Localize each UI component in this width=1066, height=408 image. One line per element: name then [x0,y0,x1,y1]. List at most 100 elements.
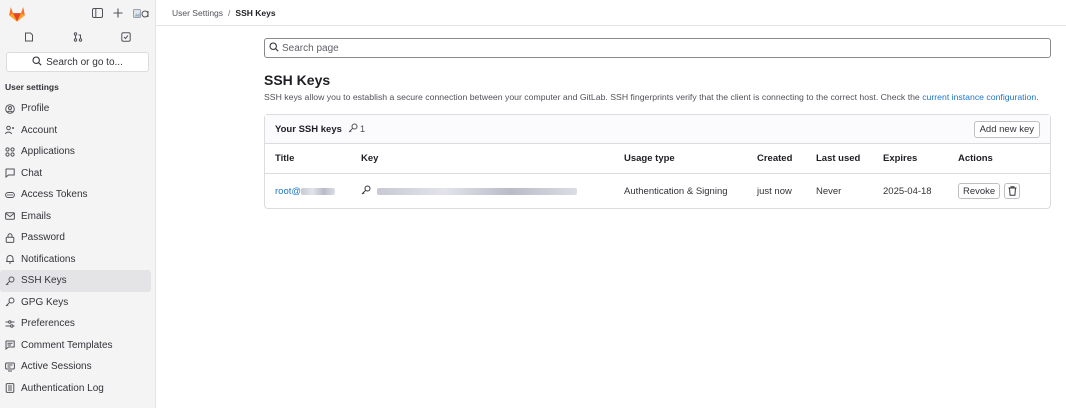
description-text: SSH keys allow you to establish a secure… [264,92,920,102]
sidebar-item-label: Password [21,232,65,244]
ssh-keys-card: Your SSH keys 1 Add new key Title Key Us… [264,114,1051,209]
sidebar-item-label: Profile [21,103,50,115]
expires-value: 2025-04-18 [883,185,932,197]
sidebar-item-gpg-keys[interactable]: GPG Keys [0,292,151,314]
sidebar-item-label: GPG Keys [21,296,69,308]
sidebar-item-password[interactable]: Password [0,227,151,249]
issues-tab-icon[interactable] [6,28,52,46]
account-icon [5,125,15,135]
sidebar-item-emails[interactable]: Emails [0,206,151,228]
sidebar-item-label: Notifications [21,253,76,265]
search-icon [32,55,42,69]
key-icon [361,185,371,198]
sidebar-item-comment-templates[interactable]: Comment Templates [0,335,151,357]
key-icon [5,276,15,286]
revoke-button[interactable]: Revoke [958,183,1001,199]
sidebar-item-authentication-log[interactable]: Authentication Log [0,378,151,400]
todos-tab-icon[interactable] [103,28,149,46]
sidebar-tabs [0,26,155,48]
lock-icon [5,233,15,243]
log-icon [5,383,15,394]
sidebar-item-label: Chat [21,167,43,179]
redacted-hostname [301,187,336,195]
created-value: just now [757,185,792,197]
column-usage-type: Usage type [624,153,675,164]
table-row: root@ Authentication & Signing just now … [265,174,1050,208]
sidebar-item-account[interactable]: Account [0,120,151,142]
card-header: Your SSH keys 1 Add new key [265,115,1050,144]
sidebar-item-notifications[interactable]: Notifications [0,249,151,271]
breadcrumb-user-settings[interactable]: User Settings [172,8,223,18]
sidebar-section-title: User settings [5,82,59,92]
column-last-used: Last used [816,153,861,164]
sidebar-item-active-sessions[interactable]: Active Sessions [0,356,151,378]
sidebar-item-label: Emails [21,210,52,222]
delete-button[interactable] [1004,183,1021,199]
last-used-value: Never [816,185,842,197]
table-header: Title Key Usage type Created Last used E… [265,144,1050,174]
user-avatar[interactable] [133,6,149,20]
sidebar-toggle-icon[interactable] [91,7,103,19]
sidebar-item-label: SSH Keys [21,275,67,287]
key-icon [348,123,358,136]
breadcrumb-current[interactable]: SSH Keys [235,8,275,18]
sidebar-item-label: Comment Templates [21,339,113,351]
token-icon [5,190,15,200]
key-count-badge: 1 [348,123,365,136]
comment-icon [5,340,15,351]
gitlab-logo-icon[interactable] [8,4,26,22]
add-new-key-button[interactable]: Add new key [973,120,1040,138]
trash-icon [1008,186,1017,196]
search-placeholder: Search page [282,42,339,54]
main-content: Search page SSH Keys SSH keys allow you … [264,38,1051,209]
sidebar-item-profile[interactable]: Profile [0,98,151,120]
profile-icon [5,103,15,114]
sidebar-item-label: Access Tokens [21,189,88,201]
sidebar-header [0,0,155,26]
breadcrumb-separator: / [228,7,231,18]
preferences-icon [5,319,15,329]
search-icon [269,41,279,55]
search-page-input[interactable]: Search page [264,38,1051,58]
redacted-key-fingerprint [377,187,577,195]
plus-icon[interactable] [112,7,124,19]
key-title-text: root@ [275,185,302,197]
sidebar-item-label: Applications [21,146,75,158]
column-key: Key [361,153,379,164]
bell-icon [5,254,15,264]
mail-icon [5,211,15,221]
sessions-icon [5,362,15,372]
sidebar-search-label: Search or go to... [46,56,123,68]
key-count: 1 [359,123,366,135]
key-fingerprint-cell [361,185,624,198]
sidebar-nav: Profile Account Applications Chat Access Tok… [0,98,155,399]
key-icon [5,297,15,307]
usage-type-value: Authentication & Signing [624,185,728,197]
applications-icon [5,147,15,157]
sidebar-item-preferences[interactable]: Preferences [0,313,151,335]
sidebar-item-label: Account [21,124,58,136]
sidebar-item-chat[interactable]: Chat [0,163,151,185]
sidebar-item-label: Preferences [21,318,75,330]
column-title: Title [275,153,295,164]
page-title: SSH Keys [264,72,331,88]
column-actions: Actions [958,153,993,164]
chat-icon [5,168,15,179]
merge-requests-tab-icon[interactable] [55,28,101,46]
card-title: Your SSH keys [275,123,342,135]
sidebar-item-ssh-keys[interactable]: SSH Keys [0,270,151,292]
description-end: . [1036,92,1039,102]
column-expires: Expires [883,153,918,164]
sidebar-search-button[interactable]: Search or go to... [6,52,149,72]
page-description: SSH keys allow you to establish a secure… [264,91,1051,104]
key-title-link[interactable]: root@ [275,186,361,197]
column-created: Created [757,153,793,164]
current-instance-configuration-link[interactable]: current instance configuration [922,92,1036,102]
sidebar: Search or go to... User settings Profile… [0,0,156,408]
breadcrumb: User Settings / SSH Keys [156,0,1066,26]
sidebar-item-label: Authentication Log [21,382,104,394]
sidebar-item-applications[interactable]: Applications [0,141,151,163]
sidebar-item-label: Active Sessions [21,361,92,373]
sidebar-item-access-tokens[interactable]: Access Tokens [0,184,151,206]
row-actions: Revoke [958,183,1040,199]
